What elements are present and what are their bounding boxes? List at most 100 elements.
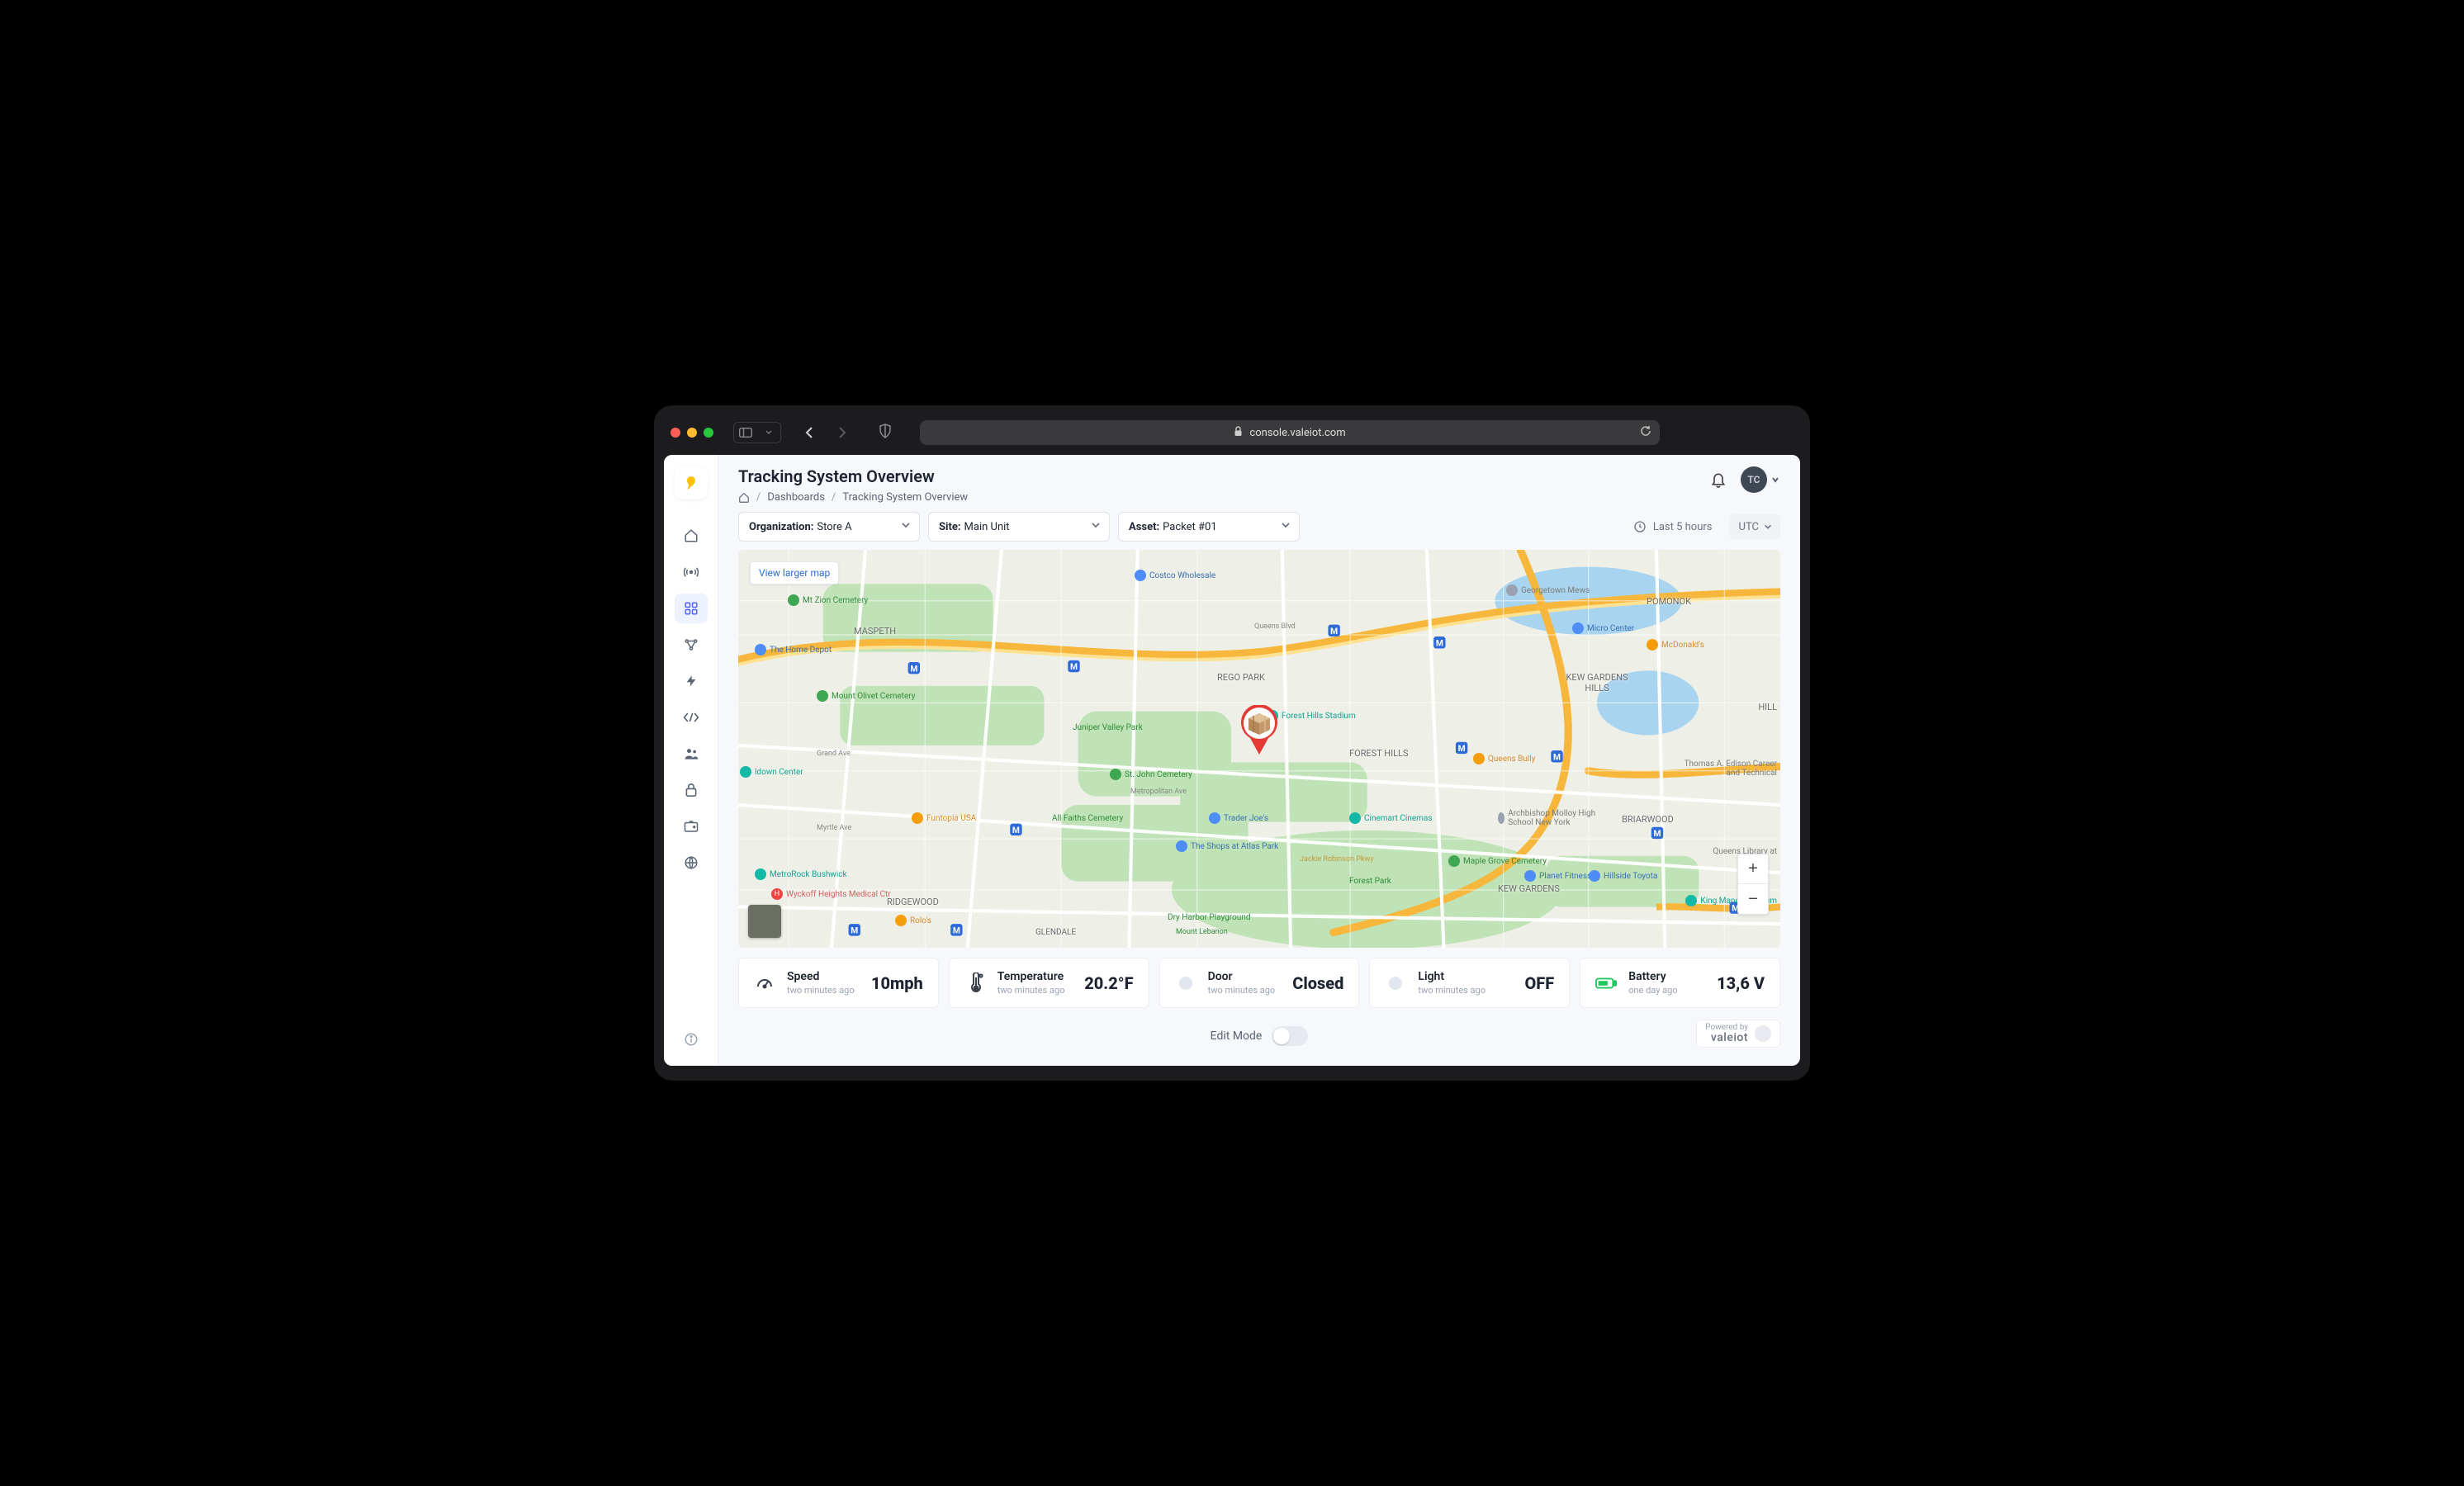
window-minimize-button[interactable] [687,428,697,438]
sidebar-item-home[interactable] [675,521,708,551]
site-select[interactable]: Site: Main Unit [928,512,1110,542]
sidebar-tabs-group [733,422,781,443]
brand-mark-icon [1755,1025,1771,1042]
circle-icon [1385,975,1406,991]
svg-text:M: M [851,925,858,935]
page-header: Tracking System Overview / Dashboards / … [718,455,1800,512]
breadcrumb-sep: / [756,491,761,504]
site-select-value: Main Unit [964,521,1010,533]
address-bar[interactable]: console.valeiot.com [920,420,1660,445]
organization-select-value: Store A [817,521,851,533]
time-range-picker[interactable]: Last 5 hours [1625,515,1721,538]
stat-temp-ago: two minutes ago [997,985,1073,996]
svg-text:M: M [1330,626,1338,637]
refresh-icon[interactable] [1640,425,1651,440]
asset-select[interactable]: Asset: Packet #01 [1118,512,1300,542]
page-title: Tracking System Overview [738,466,968,486]
stat-door: Door two minutes ago Closed [1159,958,1360,1008]
sidebar-item-security[interactable] [675,775,708,805]
zoom-in-button[interactable]: + [1738,854,1768,884]
site-select-label: Site: [939,521,961,533]
sidebar-item-events[interactable] [675,666,708,696]
stat-battery-label: Battery [1628,970,1705,983]
breadcrumb: / Dashboards / Tracking System Overview [738,491,968,504]
clock-icon [1633,520,1647,533]
sidebar-item-users[interactable] [675,739,708,769]
address-bar-text: console.valeiot.com [1249,427,1345,439]
chevron-down-icon [901,520,911,533]
timezone-select[interactable]: UTC [1729,514,1780,539]
main-column: Tracking System Overview / Dashboards / … [718,455,1800,1066]
sidebar-item-billing[interactable] [675,812,708,841]
stat-door-label: Door [1208,970,1282,983]
device-frame: console.valeiot.com [654,405,1810,1081]
zoom-controls: + − [1737,854,1769,915]
stat-battery-ago: one day ago [1628,985,1705,996]
window-maximize-button[interactable] [704,428,713,438]
sidebar-item-code[interactable] [675,703,708,732]
content: Organization: Store A Site: Main Unit [718,512,1800,1066]
sidebar-item-devices[interactable] [675,557,708,587]
edit-mode-toggle[interactable] [1272,1026,1308,1046]
breadcrumb-home-icon[interactable] [738,492,750,504]
powered-by-brand: valeiot [1711,1032,1748,1044]
chevron-down-icon [1770,475,1780,485]
svg-text:M: M [1070,661,1078,672]
gauge-icon [754,973,775,993]
nav-arrows [798,423,854,442]
stat-speed-label: Speed [787,970,860,983]
tab-overview-button[interactable] [757,423,780,442]
timezone-value: UTC [1739,521,1759,533]
window-close-button[interactable] [670,428,680,438]
powered-by-badge[interactable]: Powered by valeiot [1696,1020,1780,1048]
svg-text:M: M [1436,637,1443,648]
sidebar-item-flows[interactable] [675,630,708,660]
stat-temp-value: 20.2°F [1084,973,1133,993]
asset-select-label: Asset: [1129,521,1159,533]
thermometer-icon [964,973,986,994]
circle-icon [1175,975,1196,991]
svg-text:M: M [1012,825,1020,835]
edit-mode-control: Edit Mode [1211,1026,1309,1046]
zoom-out-button[interactable]: − [1738,884,1768,914]
stat-speed-ago: two minutes ago [787,985,860,996]
stat-light: Light two minutes ago OFF [1369,958,1570,1008]
map-layer-thumb[interactable] [748,905,781,938]
breadcrumb-current: Tracking System Overview [842,491,968,504]
breadcrumb-dashboards[interactable]: Dashboards [767,491,825,504]
asset-pin[interactable] [1239,705,1280,756]
view-larger-map-button[interactable]: View larger map [750,561,839,584]
organization-select-label: Organization: [749,521,813,533]
stat-battery-value: 13,6 V [1717,973,1765,993]
stat-light-ago: two minutes ago [1418,985,1513,996]
app-logo[interactable] [675,466,708,499]
stat-light-label: Light [1418,970,1513,983]
sidebar-item-dashboards[interactable] [675,594,708,623]
stat-speed-value: 10mph [871,973,923,993]
back-button[interactable] [798,423,821,442]
stat-battery: Battery one day ago 13,6 V [1580,958,1780,1008]
stat-temperature: Temperature two minutes ago 20.2°F [949,958,1149,1008]
svg-text:M: M [1553,751,1561,762]
privacy-shield-icon[interactable] [879,424,892,442]
stat-temp-label: Temperature [997,970,1073,983]
forward-button[interactable] [831,423,854,442]
user-menu[interactable]: TC [1741,466,1780,493]
sidebar-item-info[interactable] [675,1025,708,1054]
chevron-down-icon [1091,520,1101,533]
organization-select[interactable]: Organization: Store A [738,512,920,542]
breadcrumb-sep: / [832,491,836,504]
sidebar-toggle-button[interactable] [734,423,757,442]
stat-cards: Speed two minutes ago 10mph Temperature … [738,958,1780,1008]
svg-text:M: M [1458,743,1466,754]
avatar: TC [1741,466,1767,493]
stat-door-value: Closed [1292,973,1343,993]
notifications-button[interactable] [1708,469,1729,490]
chevron-down-icon [1764,523,1772,531]
svg-text:M: M [910,663,917,674]
svg-text:M: M [1653,828,1661,839]
sidebar-item-web[interactable] [675,848,708,878]
map-panel[interactable]: M M M M M M M M M M M [738,550,1780,948]
traffic-lights [670,428,713,438]
battery-icon [1595,977,1617,990]
